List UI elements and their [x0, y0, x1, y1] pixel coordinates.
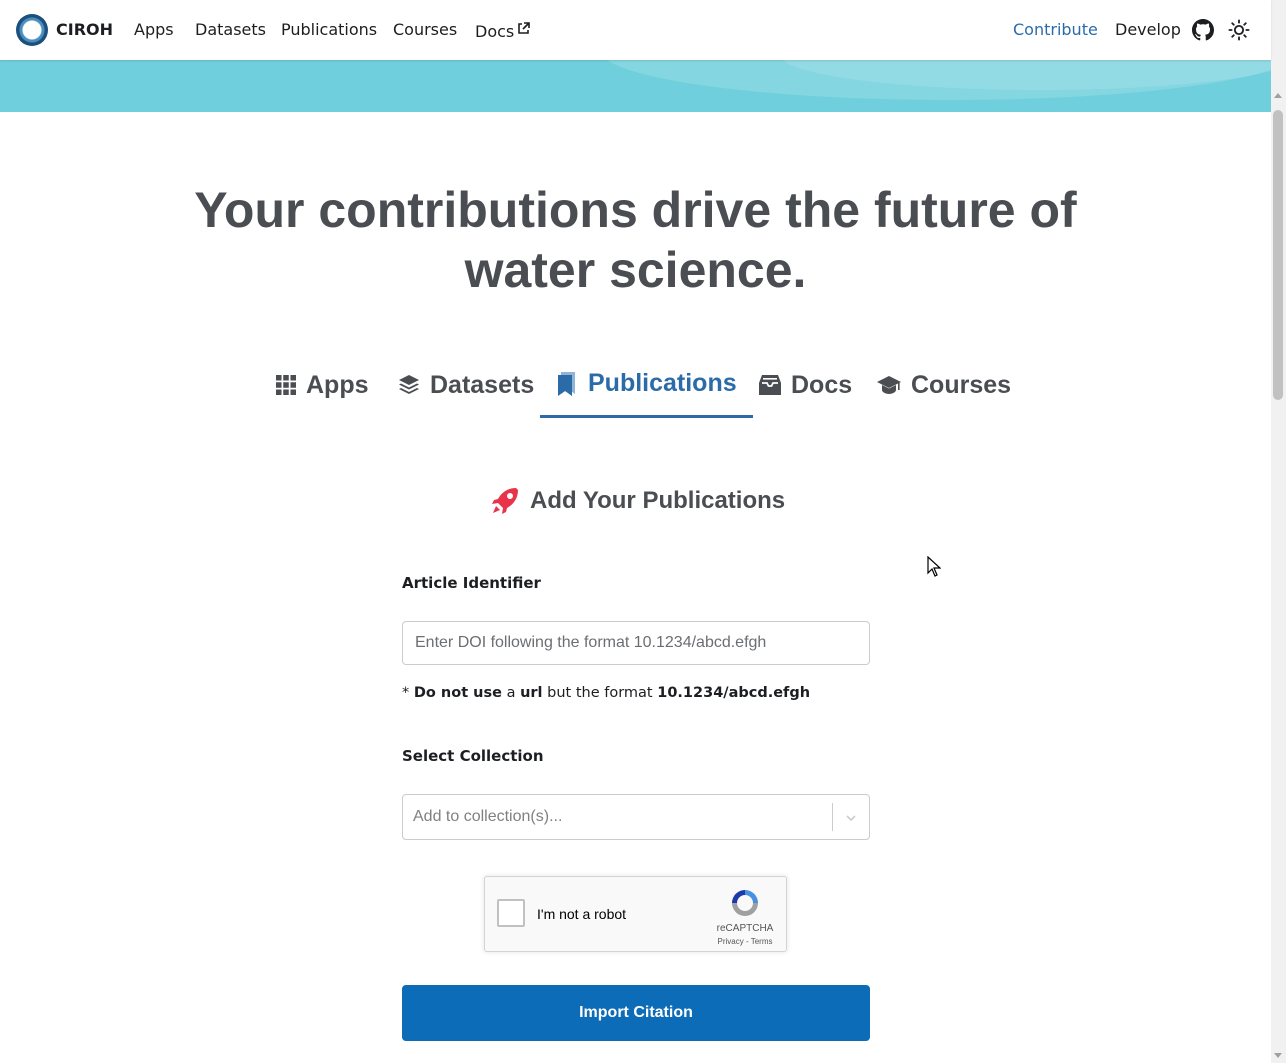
recaptcha-links[interactable]: Privacy - Terms: [705, 937, 785, 946]
nav-contribute[interactable]: Contribute: [1013, 20, 1098, 39]
tab-courses[interactable]: Courses: [861, 352, 1027, 418]
hint-text: but the format: [542, 685, 658, 701]
mouse-cursor-icon: [927, 555, 942, 582]
select-collection-label: Select Collection: [402, 747, 544, 765]
page-headline: Your contributions drive the future of w…: [194, 182, 1077, 298]
tab-apps-label: Apps: [306, 370, 369, 399]
import-citation-button[interactable]: Import Citation: [402, 985, 870, 1041]
grid-icon: [276, 375, 296, 395]
hero-banner: [0, 60, 1271, 112]
tab-courses-label: Courses: [911, 370, 1012, 399]
bookmark-icon: [556, 371, 578, 396]
section-title-text: Add Your Publications: [530, 487, 786, 514]
tab-apps[interactable]: Apps: [260, 352, 385, 418]
hint-do-not-use: Do not use: [413, 685, 502, 701]
chevron-down-icon[interactable]: [843, 810, 859, 830]
nav-apps[interactable]: Apps: [134, 20, 174, 39]
collection-placeholder: Add to collection(s)...: [413, 808, 563, 825]
contribution-tabs: Apps Datasets Publications Docs Courses: [260, 352, 1020, 418]
recaptcha-brand: reCAPTCHA: [716, 923, 774, 934]
nav-docs[interactable]: Docs: [475, 20, 531, 41]
scroll-down-arrow[interactable]: [1274, 1053, 1282, 1058]
nav-datasets[interactable]: Datasets: [195, 20, 266, 39]
top-navbar: CIROH Apps Datasets Publications Courses…: [0, 0, 1271, 60]
article-identifier-label: Article Identifier: [402, 574, 541, 592]
nav-courses[interactable]: Courses: [393, 20, 457, 39]
tab-datasets[interactable]: Datasets: [382, 352, 550, 418]
doi-input[interactable]: [402, 621, 870, 665]
doi-format-hint: * Do not use a url but the format 10.123…: [402, 685, 810, 701]
hint-text: a: [501, 685, 521, 701]
nav-publications[interactable]: Publications: [281, 20, 377, 39]
nav-develop[interactable]: Develop: [1115, 20, 1181, 39]
recaptcha-label: I'm not a robot: [537, 906, 627, 922]
recaptcha-checkbox[interactable]: [497, 899, 525, 927]
layers-icon: [398, 374, 420, 396]
ciroh-logo[interactable]: [16, 14, 48, 46]
github-icon[interactable]: [1192, 19, 1214, 45]
tab-docs[interactable]: Docs: [743, 352, 868, 418]
scrollbar-thumb[interactable]: [1273, 110, 1283, 400]
nav-docs-label: Docs: [475, 22, 515, 41]
hint-url: url: [520, 685, 543, 701]
recaptcha-widget: I'm not a robot reCAPTCHA Privacy - Term…: [484, 876, 787, 952]
hint-prefix: *: [402, 685, 414, 701]
tab-docs-label: Docs: [791, 370, 853, 399]
section-title: Add Your Publications: [490, 486, 785, 516]
scroll-up-arrow[interactable]: [1274, 93, 1282, 98]
external-link-icon: [517, 20, 531, 39]
hint-format: 10.1234/abcd.efgh: [657, 685, 811, 701]
brand-name[interactable]: CIROH: [56, 20, 113, 39]
rocket-icon: [490, 486, 520, 516]
collection-select[interactable]: Add to collection(s)...: [402, 794, 870, 840]
tab-publications-label: Publications: [588, 369, 737, 397]
tab-datasets-label: Datasets: [430, 370, 535, 399]
sun-icon[interactable]: [1228, 19, 1250, 45]
inbox-icon: [759, 375, 781, 395]
tab-publications[interactable]: Publications: [540, 352, 753, 418]
select-separator: [832, 803, 833, 831]
recaptcha-logo-icon: [729, 887, 761, 923]
graduation-cap-icon: [877, 375, 901, 395]
